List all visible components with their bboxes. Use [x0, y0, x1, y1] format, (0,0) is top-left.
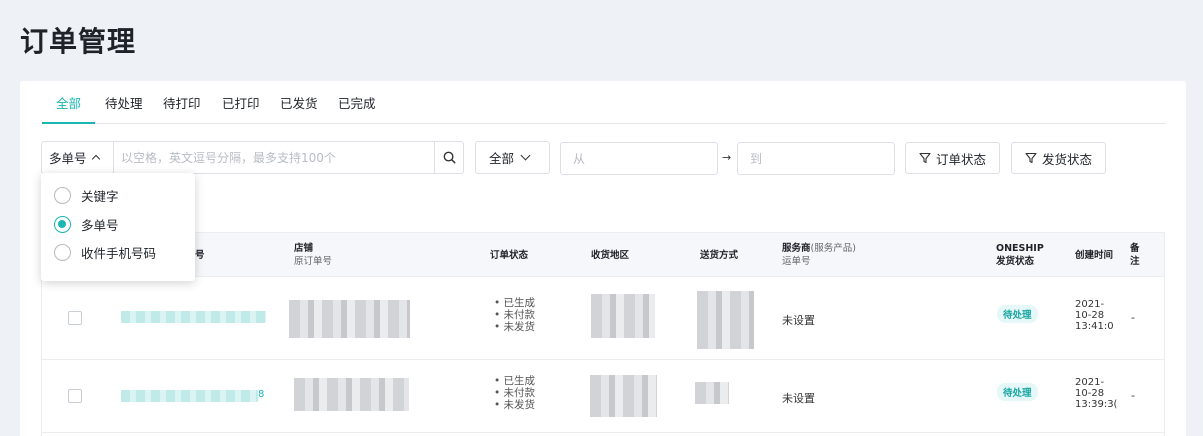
tab-pending[interactable]: 待处理 — [105, 93, 143, 112]
header-provider-product: (服务产品) — [810, 243, 856, 254]
order-number-link[interactable] — [121, 390, 258, 402]
order-status-filter-label: 订单状态 — [935, 151, 986, 167]
header-created-time: 创建时间 — [1075, 250, 1114, 261]
search-input[interactable] — [114, 142, 436, 173]
ship-status-filter-label: 发货状态 — [1041, 151, 1092, 167]
order-status-list: • 已生成 • 未付款 • 未发货 — [494, 297, 535, 333]
order-status-list: • 已生成 • 未付款 • 未发货 — [494, 375, 535, 411]
page-title: 订单管理 — [20, 25, 137, 58]
provider-text: 未设置 — [782, 392, 815, 405]
region-redacted — [591, 294, 655, 338]
status-generated: • 已生成 — [494, 297, 536, 309]
time-date: 10-28 — [1075, 388, 1105, 399]
header-ship-status: 发货状态 — [996, 256, 1035, 267]
ship-status-badge: 待处理 — [997, 383, 1038, 401]
order-status-filter-button[interactable]: 订单状态 — [905, 142, 1000, 174]
header-provider: 服务商(服务产品) 运单号 — [782, 242, 856, 268]
filter-icon — [1025, 152, 1037, 164]
header-oneship: ONESHIP 发货状态 — [996, 242, 1044, 268]
header-waybill-no: 运单号 — [782, 256, 811, 267]
created-time: 2021- 10-28 13:41:0 — [1075, 299, 1120, 332]
header-region: 收货地区 — [591, 250, 630, 261]
store-info-redacted — [294, 378, 409, 411]
region-redacted — [590, 375, 657, 417]
time-year: 2021- — [1075, 377, 1105, 388]
range-select[interactable]: 全部 — [475, 141, 550, 174]
tab-printed[interactable]: 已打印 — [222, 93, 260, 112]
status-tabs: 全部 待处理 待打印 已打印 已发货 已完成 — [42, 81, 1166, 124]
option-recipient-phone[interactable]: 收件手机号码 — [54, 243, 156, 262]
ship-status-badge: 待处理 — [997, 305, 1038, 323]
status-unshipped: • 未发货 — [494, 399, 536, 411]
range-select-label: 全部 — [489, 151, 515, 166]
status-unshipped: • 未发货 — [494, 321, 536, 333]
header-remark-1: 备 — [1130, 243, 1140, 254]
search-group: 多单号 — [41, 141, 464, 174]
delivery-redacted — [695, 382, 729, 404]
date-from-input[interactable] — [560, 142, 718, 175]
search-type-select[interactable]: 多单号 — [42, 142, 114, 173]
header-delivery: 送货方式 — [700, 250, 739, 261]
option-keyword[interactable]: 关键字 — [54, 186, 119, 205]
tab-all[interactable]: 全部 — [56, 93, 81, 112]
table-header: 号 店铺 原订单号 订单状态 收货地区 送货方式 服务商(服务产品) 运单号 O… — [42, 233, 1164, 277]
status-unpaid: • 未付款 — [494, 309, 536, 321]
header-remark: 备 注 — [1130, 242, 1140, 268]
time-clock: 13:41:0 — [1075, 321, 1114, 332]
option-keyword-label: 关键字 — [81, 189, 119, 204]
chevron-up-icon — [91, 154, 100, 164]
status-generated: • 已生成 — [494, 375, 536, 387]
table-row: • 已生成 • 未付款 • 未发货 未设置 待处理 2021- 10-28 13… — [42, 277, 1164, 360]
search-type-dropdown: 关键字 多单号 收件手机号码 — [41, 173, 195, 281]
header-remark-2: 注 — [1130, 256, 1140, 267]
search-type-label: 多单号 — [49, 151, 87, 166]
option-multi-order[interactable]: 多单号 — [54, 215, 119, 234]
header-store-label: 店铺 — [294, 243, 314, 254]
option-multi-order-label: 多单号 — [81, 218, 119, 233]
store-info-redacted — [289, 300, 410, 338]
search-icon — [443, 151, 455, 164]
time-date: 10-28 — [1075, 310, 1105, 321]
provider-text: 未设置 — [782, 314, 815, 327]
radio-checked-icon[interactable] — [54, 216, 71, 233]
header-order-no: 号 — [195, 250, 205, 261]
row-checkbox[interactable] — [68, 389, 82, 403]
radio-unchecked-icon[interactable] — [54, 187, 71, 204]
option-recipient-phone-label: 收件手机号码 — [81, 246, 157, 261]
order-number-tail[interactable]: 8 — [258, 389, 264, 400]
tab-shipped[interactable]: 已发货 — [280, 93, 318, 112]
row-checkbox[interactable] — [68, 311, 82, 325]
ship-status-filter-button[interactable]: 发货状态 — [1011, 142, 1106, 174]
time-clock: 13:39:3( — [1075, 399, 1118, 410]
header-order-status: 订单状态 — [490, 250, 529, 261]
filter-icon — [919, 152, 931, 164]
radio-unchecked-icon[interactable] — [54, 244, 71, 261]
tab-to-print[interactable]: 待打印 — [163, 93, 201, 112]
chevron-down-icon — [520, 150, 531, 161]
orders-table: 号 店铺 原订单号 订单状态 收货地区 送货方式 服务商(服务产品) 运单号 O… — [41, 232, 1165, 436]
remark-value: - — [1131, 311, 1135, 324]
delivery-redacted — [697, 291, 754, 349]
header-original-order-no: 原订单号 — [294, 256, 333, 267]
time-year: 2021- — [1075, 299, 1105, 310]
header-oneship-label: ONESHIP — [996, 243, 1044, 254]
order-number-link[interactable] — [121, 311, 266, 323]
tab-completed[interactable]: 已完成 — [338, 93, 376, 112]
created-time: 2021- 10-28 13:39:3( — [1075, 377, 1120, 410]
date-to-input[interactable] — [737, 142, 895, 175]
date-range-arrow: → — [722, 151, 732, 164]
table-row: 8 • 已生成 • 未付款 • 未发货 未设置 待处理 2021- 10-28 … — [42, 360, 1164, 433]
active-tab-indicator — [42, 122, 95, 124]
search-button[interactable] — [434, 142, 463, 173]
status-unpaid: • 未付款 — [494, 387, 536, 399]
header-provider-label: 服务商 — [782, 243, 811, 254]
remark-value: - — [1131, 389, 1135, 402]
header-store: 店铺 原订单号 — [294, 242, 332, 268]
